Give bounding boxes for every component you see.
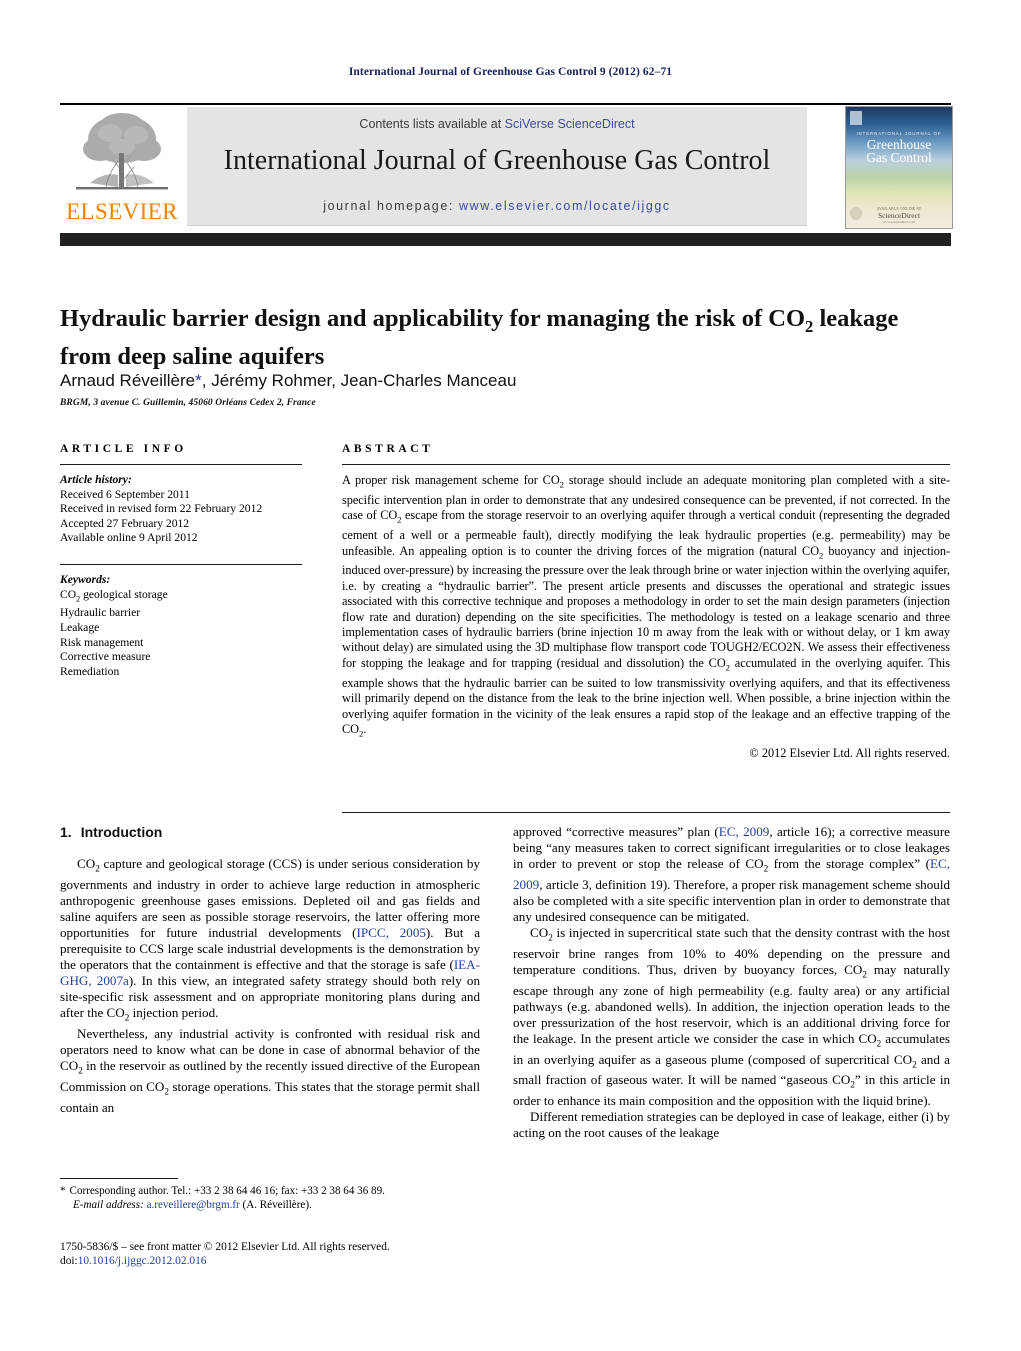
history-item: Accepted 27 February 2012 bbox=[60, 516, 190, 530]
cover-title-line2: Gas Control bbox=[866, 150, 932, 165]
keyword-item: Corrective measure bbox=[60, 650, 151, 664]
paragraph: Nevertheless, any industrial activity is… bbox=[60, 1026, 480, 1116]
body-left-column: 1. Introduction CO2 capture and geologica… bbox=[60, 824, 480, 1116]
footnote-area: * Corresponding author. Tel.: +33 2 38 64… bbox=[60, 1178, 480, 1212]
cover-foot-sub: www.sciencedirect.com bbox=[882, 220, 916, 224]
email-owner: (A. Réveillère). bbox=[242, 1198, 312, 1211]
body-right-column: approved “corrective measures” plan (EC,… bbox=[513, 824, 950, 1141]
author-list: Arnaud Réveillère*, Jérémy Rohmer, Jean-… bbox=[60, 371, 940, 391]
keyword-co2-rest: geological storage bbox=[80, 587, 168, 601]
cover-title: Greenhouse Gas Control bbox=[846, 138, 952, 165]
citation-link[interactable]: EC, 2009 bbox=[719, 824, 770, 839]
history-item: Available online 9 April 2012 bbox=[60, 531, 198, 545]
para-seg: CO bbox=[530, 925, 549, 941]
contents-prefix: Contents lists available at bbox=[359, 117, 505, 131]
doi-link[interactable]: 10.1016/j.ijggc.2012.02.016 bbox=[78, 1255, 207, 1267]
article-info-heading: ARTICLE INFO bbox=[60, 443, 187, 455]
authors-rest: , Jérémy Rohmer, Jean-Charles Manceau bbox=[201, 371, 517, 390]
para-seg: from the storage complex” ( bbox=[768, 856, 930, 872]
journal-homepage-line: journal homepage: www.elsevier.com/locat… bbox=[187, 199, 807, 213]
corresponding-author-marker[interactable]: * bbox=[195, 371, 202, 390]
paragraph: CO2 is injected in supercritical state s… bbox=[513, 925, 950, 1109]
abstract-column: ABSTRACT A proper risk management scheme… bbox=[342, 443, 950, 761]
section-heading-introduction: 1. Introduction bbox=[60, 824, 480, 840]
elsevier-tree-icon bbox=[66, 109, 178, 195]
keyword-item: Leakage bbox=[60, 621, 100, 635]
homepage-label: journal homepage: bbox=[323, 199, 460, 213]
title-line1b: leakage bbox=[813, 305, 899, 333]
abstract-copyright: © 2012 Elsevier Ltd. All rights reserved… bbox=[749, 745, 950, 760]
abstract-seg-a: A proper risk management scheme for CO bbox=[342, 473, 560, 487]
keyword-item: CO2 geological storage bbox=[60, 588, 302, 607]
journal-masthead: ELSEVIER Contents lists available at Sci… bbox=[60, 103, 953, 229]
cover-footer: AVAILABLE ONLINE AT ScienceDirect www.sc… bbox=[846, 207, 952, 224]
corresponding-text: Corresponding author. Tel.: +33 2 38 64 … bbox=[69, 1185, 385, 1197]
email-link[interactable]: a.reveillere@brgm.fr bbox=[147, 1199, 240, 1211]
keyword-item: Remediation bbox=[60, 664, 120, 678]
history-item: Received 6 September 2011 bbox=[60, 487, 190, 501]
keywords-block: Keywords: CO2 geological storage Hydraul… bbox=[60, 573, 302, 679]
keyword-co2-prefix: CO bbox=[60, 587, 77, 601]
page-title: Hydraulic barrier design and applicabili… bbox=[60, 304, 940, 372]
keywords-label: Keywords: bbox=[60, 572, 111, 586]
article-info-rule bbox=[60, 464, 302, 465]
running-head: International Journal of Greenhouse Gas … bbox=[348, 66, 673, 78]
issn-line: 1750-5836/$ – see front matter © 2012 El… bbox=[60, 1241, 390, 1253]
journal-cover-thumbnail: INTERNATIONAL JOURNAL OF Greenhouse Gas … bbox=[845, 106, 953, 229]
paragraph: Different remediation strategies can be … bbox=[513, 1109, 950, 1141]
paragraph: approved “corrective measures” plan (EC,… bbox=[513, 824, 950, 925]
para-seg: approved “corrective measures” plan ( bbox=[513, 824, 719, 839]
doi-line: doi:10.1016/j.ijggc.2012.02.016 bbox=[60, 1254, 490, 1268]
issn-copyright-block: 1750-5836/$ – see front matter © 2012 El… bbox=[60, 1240, 490, 1269]
abstract-seg-f: . bbox=[363, 721, 367, 736]
abstract-seg-d: buoyancy and injection-induced over-pres… bbox=[342, 543, 950, 670]
abstract-bottom-rule bbox=[342, 812, 950, 813]
contents-lists-line: Contents lists available at SciVerse Sci… bbox=[187, 117, 807, 131]
title-line1: Hydraulic barrier design and applicabili… bbox=[60, 305, 806, 333]
article-info-column: ARTICLE INFO Article history: Received 6… bbox=[60, 443, 302, 679]
email-note: E-mail address: a.reveillere@brgm.fr (A.… bbox=[60, 1199, 480, 1213]
author-first: Arnaud Réveillère bbox=[60, 371, 196, 390]
history-item: Received in revised form 22 February 201… bbox=[60, 502, 263, 516]
section-title: Introduction bbox=[80, 824, 163, 840]
para-seg: injection period. bbox=[129, 1005, 219, 1021]
masthead-bottom-bar bbox=[60, 233, 951, 246]
para-seg: , article 3, definition 19). Therefore, … bbox=[513, 876, 950, 925]
cover-elsevier-badge-icon bbox=[850, 111, 862, 125]
footnote-rule bbox=[60, 1178, 178, 1179]
masthead-top-rule bbox=[60, 103, 951, 105]
cover-smallcaps: INTERNATIONAL JOURNAL OF bbox=[856, 131, 942, 136]
para-seg: CO bbox=[77, 856, 96, 871]
citation-link[interactable]: IPCC, 2005 bbox=[356, 925, 425, 940]
cover-foot-brand: ScienceDirect bbox=[877, 211, 921, 220]
abstract-text: A proper risk management scheme for CO2 … bbox=[342, 473, 950, 742]
elsevier-wordmark: ELSEVIER bbox=[66, 199, 178, 224]
sciencedirect-link[interactable]: SciVerse ScienceDirect bbox=[505, 117, 635, 131]
doi-label: doi: bbox=[60, 1255, 78, 1268]
abstract-heading: ABSTRACT bbox=[342, 443, 434, 455]
section-number: 1. bbox=[60, 824, 72, 840]
corresponding-author-note: * Corresponding author. Tel.: +33 2 38 64… bbox=[60, 1185, 480, 1199]
contents-panel: Contents lists available at SciVerse Sci… bbox=[187, 107, 807, 226]
footnote-star: * bbox=[60, 1185, 66, 1197]
homepage-url-link[interactable]: www.elsevier.com/locate/ijggc bbox=[459, 199, 671, 213]
paragraph: CO2 capture and geological storage (CCS)… bbox=[60, 856, 480, 1026]
keyword-item: Hydraulic barrier bbox=[60, 606, 141, 620]
elsevier-logo: ELSEVIER bbox=[60, 107, 184, 227]
article-history-label: Article history: bbox=[60, 473, 132, 486]
keyword-item: Risk management bbox=[60, 635, 144, 649]
abstract-rule bbox=[342, 464, 950, 465]
title-line2: from deep saline aquifers bbox=[60, 343, 325, 371]
journal-article-page: International Journal of Greenhouse Gas … bbox=[0, 0, 1021, 1351]
keywords-rule bbox=[60, 563, 302, 565]
affiliation: BRGM, 3 avenue C. Guillemin, 45060 Orléa… bbox=[60, 398, 316, 408]
article-history-block: Article history: Received 6 September 20… bbox=[60, 473, 302, 546]
email-label: E-mail address: bbox=[73, 1198, 144, 1211]
journal-title: International Journal of Greenhouse Gas … bbox=[223, 145, 771, 176]
